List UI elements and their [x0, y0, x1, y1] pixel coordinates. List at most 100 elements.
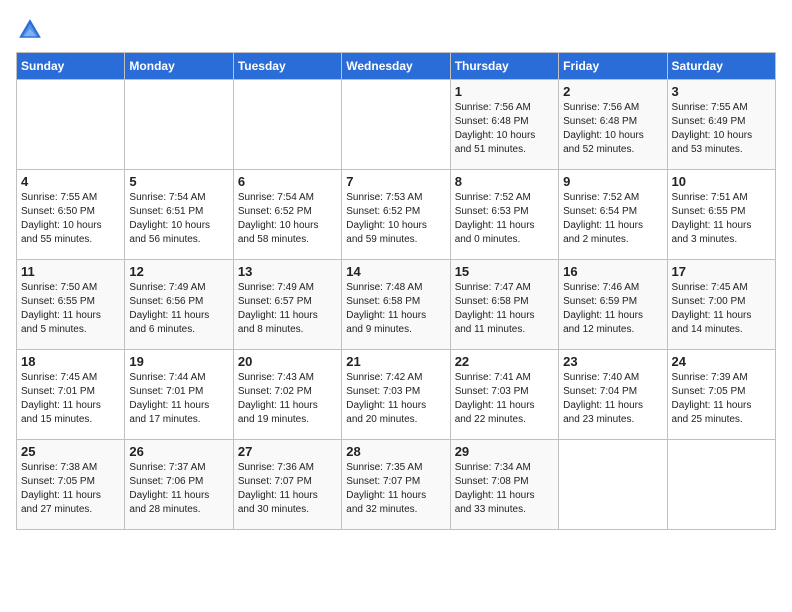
calendar-cell: 1 Sunrise: 7:56 AM Sunset: 6:48 PM Daylig…: [450, 80, 558, 170]
day-number: 12: [129, 264, 228, 279]
day-number: 8: [455, 174, 554, 189]
day-info: Sunrise: 7:54 AM Sunset: 6:52 PM Dayligh…: [238, 191, 337, 247]
day-info: Sunrise: 7:43 AM Sunset: 7:02 PM Dayligh…: [238, 371, 337, 427]
calendar-cell: [559, 440, 667, 530]
day-info: Sunrise: 7:53 AM Sunset: 6:52 PM Dayligh…: [346, 191, 445, 247]
day-number: 16: [563, 264, 662, 279]
day-info: Sunrise: 7:51 AM Sunset: 6:55 PM Dayligh…: [672, 191, 771, 247]
day-number: 4: [21, 174, 120, 189]
day-number: 21: [346, 354, 445, 369]
week-row-4: 18 Sunrise: 7:45 AM Sunset: 7:01 PM Dayli…: [17, 350, 776, 440]
calendar-table: SundayMondayTuesdayWednesdayThursdayFrid…: [16, 52, 776, 530]
calendar-cell: 16 Sunrise: 7:46 AM Sunset: 6:59 PM Dayli…: [559, 260, 667, 350]
day-number: 26: [129, 444, 228, 459]
header-row: SundayMondayTuesdayWednesdayThursdayFrid…: [17, 53, 776, 80]
day-info: Sunrise: 7:35 AM Sunset: 7:07 PM Dayligh…: [346, 461, 445, 517]
calendar-cell: 20Sunrise: 7:43 AM Sunset: 7:02 PM Dayli…: [233, 350, 341, 440]
header-day-friday: Friday: [559, 53, 667, 80]
header-day-saturday: Saturday: [667, 53, 775, 80]
calendar-cell: 12 Sunrise: 7:49 AM Sunset: 6:56 PM Dayli…: [125, 260, 233, 350]
day-info: Sunrise: 7:49 AM Sunset: 6:56 PM Dayligh…: [129, 281, 228, 337]
calendar-cell: 5 Sunrise: 7:54 AM Sunset: 6:51 PM Daylig…: [125, 170, 233, 260]
calendar-cell: [125, 80, 233, 170]
calendar-cell: 18 Sunrise: 7:45 AM Sunset: 7:01 PM Dayli…: [17, 350, 125, 440]
header-day-wednesday: Wednesday: [342, 53, 450, 80]
calendar-cell: [233, 80, 341, 170]
calendar-cell: 6 Sunrise: 7:54 AM Sunset: 6:52 PM Daylig…: [233, 170, 341, 260]
header-day-sunday: Sunday: [17, 53, 125, 80]
day-info: Sunrise: 7:36 AM Sunset: 7:07 PM Dayligh…: [238, 461, 337, 517]
day-number: 24: [672, 354, 771, 369]
day-number: 22: [455, 354, 554, 369]
calendar-cell: [342, 80, 450, 170]
day-number: 5: [129, 174, 228, 189]
calendar-cell: 23 Sunrise: 7:40 AM Sunset: 7:04 PM Dayli…: [559, 350, 667, 440]
day-number: 17: [672, 264, 771, 279]
day-number: 2: [563, 84, 662, 99]
day-info: Sunrise: 7:37 AM Sunset: 7:06 PM Dayligh…: [129, 461, 228, 517]
week-row-3: 11Sunrise: 7:50 AM Sunset: 6:55 PM Dayli…: [17, 260, 776, 350]
calendar-cell: 29Sunrise: 7:34 AM Sunset: 7:08 PM Dayli…: [450, 440, 558, 530]
day-number: 25: [21, 444, 120, 459]
day-info: Sunrise: 7:49 AM Sunset: 6:57 PM Dayligh…: [238, 281, 337, 337]
day-info: Sunrise: 7:52 AM Sunset: 6:53 PM Dayligh…: [455, 191, 554, 247]
day-info: Sunrise: 7:48 AM Sunset: 6:58 PM Dayligh…: [346, 281, 445, 337]
calendar-cell: 25 Sunrise: 7:38 AM Sunset: 7:05 PM Dayli…: [17, 440, 125, 530]
day-info: Sunrise: 7:52 AM Sunset: 6:54 PM Dayligh…: [563, 191, 662, 247]
calendar-cell: 19 Sunrise: 7:44 AM Sunset: 7:01 PM Dayli…: [125, 350, 233, 440]
calendar-cell: 28 Sunrise: 7:35 AM Sunset: 7:07 PM Dayli…: [342, 440, 450, 530]
calendar-cell: 10 Sunrise: 7:51 AM Sunset: 6:55 PM Dayli…: [667, 170, 775, 260]
calendar-cell: 8 Sunrise: 7:52 AM Sunset: 6:53 PM Daylig…: [450, 170, 558, 260]
calendar-cell: [667, 440, 775, 530]
calendar-cell: 26 Sunrise: 7:37 AM Sunset: 7:06 PM Dayli…: [125, 440, 233, 530]
calendar-cell: 7 Sunrise: 7:53 AM Sunset: 6:52 PM Daylig…: [342, 170, 450, 260]
day-info: Sunrise: 7:55 AM Sunset: 6:49 PM Dayligh…: [672, 101, 771, 157]
day-number: 18: [21, 354, 120, 369]
day-number: 27: [238, 444, 337, 459]
header-day-tuesday: Tuesday: [233, 53, 341, 80]
day-number: 23: [563, 354, 662, 369]
day-info: Sunrise: 7:54 AM Sunset: 6:51 PM Dayligh…: [129, 191, 228, 247]
calendar-cell: 24 Sunrise: 7:39 AM Sunset: 7:05 PM Dayli…: [667, 350, 775, 440]
calendar-cell: [17, 80, 125, 170]
day-info: Sunrise: 7:45 AM Sunset: 7:01 PM Dayligh…: [21, 371, 120, 427]
day-info: Sunrise: 7:56 AM Sunset: 6:48 PM Dayligh…: [563, 101, 662, 157]
calendar-cell: 27 Sunrise: 7:36 AM Sunset: 7:07 PM Dayli…: [233, 440, 341, 530]
week-row-1: 1 Sunrise: 7:56 AM Sunset: 6:48 PM Daylig…: [17, 80, 776, 170]
calendar-cell: 21 Sunrise: 7:42 AM Sunset: 7:03 PM Dayli…: [342, 350, 450, 440]
day-info: Sunrise: 7:55 AM Sunset: 6:50 PM Dayligh…: [21, 191, 120, 247]
day-number: 13: [238, 264, 337, 279]
day-number: 7: [346, 174, 445, 189]
calendar-cell: 13 Sunrise: 7:49 AM Sunset: 6:57 PM Dayli…: [233, 260, 341, 350]
day-info: Sunrise: 7:56 AM Sunset: 6:48 PM Dayligh…: [455, 101, 554, 157]
header-day-monday: Monday: [125, 53, 233, 80]
day-number: 19: [129, 354, 228, 369]
day-info: Sunrise: 7:47 AM Sunset: 6:58 PM Dayligh…: [455, 281, 554, 337]
day-number: 10: [672, 174, 771, 189]
page-header: [16, 16, 776, 44]
day-info: Sunrise: 7:39 AM Sunset: 7:05 PM Dayligh…: [672, 371, 771, 427]
calendar-cell: 9Sunrise: 7:52 AM Sunset: 6:54 PM Daylig…: [559, 170, 667, 260]
day-number: 29: [455, 444, 554, 459]
day-number: 3: [672, 84, 771, 99]
day-number: 28: [346, 444, 445, 459]
day-info: Sunrise: 7:44 AM Sunset: 7:01 PM Dayligh…: [129, 371, 228, 427]
day-info: Sunrise: 7:42 AM Sunset: 7:03 PM Dayligh…: [346, 371, 445, 427]
calendar-cell: 22Sunrise: 7:41 AM Sunset: 7:03 PM Dayli…: [450, 350, 558, 440]
week-row-2: 4 Sunrise: 7:55 AM Sunset: 6:50 PM Daylig…: [17, 170, 776, 260]
day-info: Sunrise: 7:38 AM Sunset: 7:05 PM Dayligh…: [21, 461, 120, 517]
day-info: Sunrise: 7:46 AM Sunset: 6:59 PM Dayligh…: [563, 281, 662, 337]
header-day-thursday: Thursday: [450, 53, 558, 80]
day-info: Sunrise: 7:45 AM Sunset: 7:00 PM Dayligh…: [672, 281, 771, 337]
day-number: 14: [346, 264, 445, 279]
day-number: 6: [238, 174, 337, 189]
calendar-cell: 15Sunrise: 7:47 AM Sunset: 6:58 PM Dayli…: [450, 260, 558, 350]
day-number: 1: [455, 84, 554, 99]
week-row-5: 25 Sunrise: 7:38 AM Sunset: 7:05 PM Dayli…: [17, 440, 776, 530]
day-info: Sunrise: 7:40 AM Sunset: 7:04 PM Dayligh…: [563, 371, 662, 427]
calendar-cell: 3 Sunrise: 7:55 AM Sunset: 6:49 PM Daylig…: [667, 80, 775, 170]
calendar-cell: 14 Sunrise: 7:48 AM Sunset: 6:58 PM Dayli…: [342, 260, 450, 350]
day-info: Sunrise: 7:50 AM Sunset: 6:55 PM Dayligh…: [21, 281, 120, 337]
calendar-cell: 11Sunrise: 7:50 AM Sunset: 6:55 PM Dayli…: [17, 260, 125, 350]
calendar-cell: 17 Sunrise: 7:45 AM Sunset: 7:00 PM Dayli…: [667, 260, 775, 350]
